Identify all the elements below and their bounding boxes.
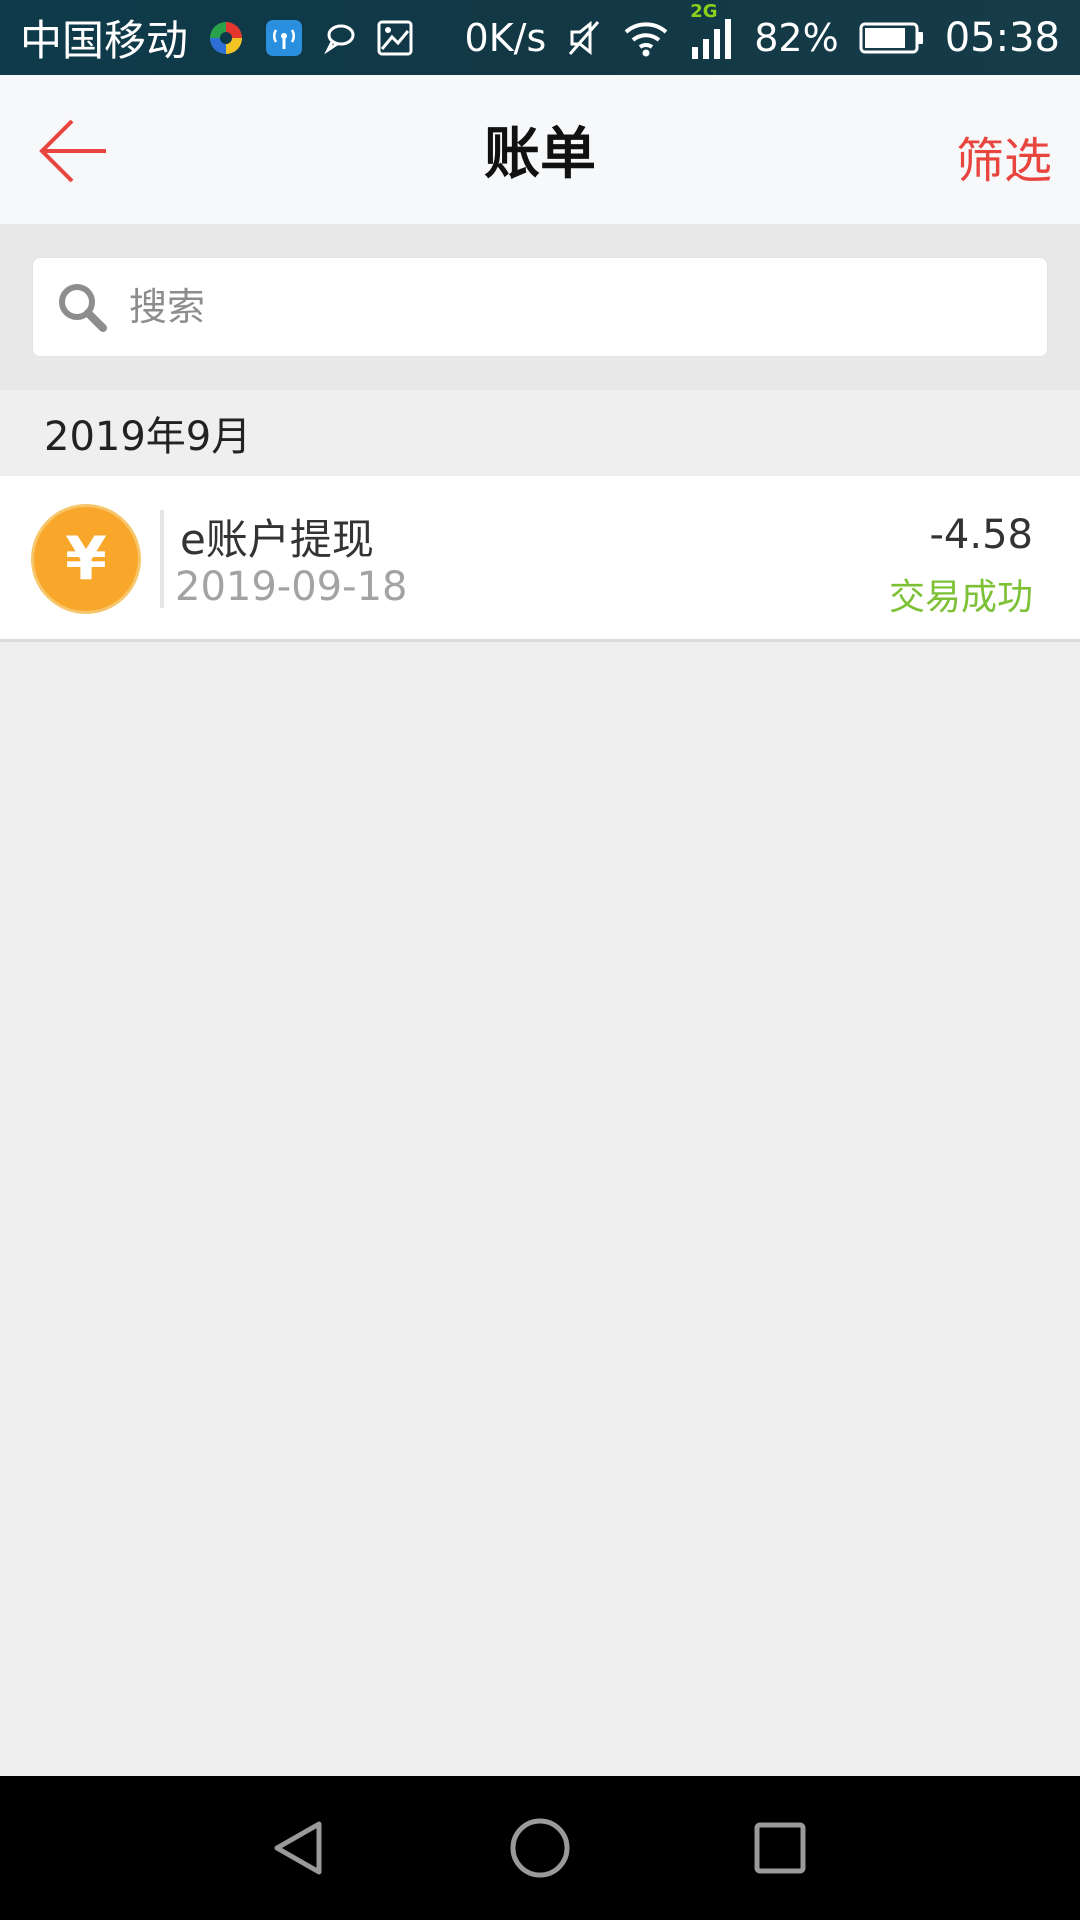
- hotspot-app-icon: [264, 18, 304, 58]
- transaction-title: e账户提现: [180, 515, 374, 564]
- carrier-name: 中国移动: [20, 16, 189, 65]
- battery-percentage: 82%: [754, 15, 839, 60]
- filter-button[interactable]: 筛选: [956, 121, 1052, 191]
- search-area: [0, 225, 1080, 390]
- cellular-signal-icon: 2G: [690, 1, 734, 61]
- search-icon: [47, 272, 117, 342]
- transaction-status: 交易成功: [888, 577, 1033, 618]
- app-notification-icon: [206, 18, 246, 58]
- nav-back-button[interactable]: [264, 1813, 334, 1883]
- transaction-row[interactable]: ¥ e账户提现 2019-09-18 -4.58 交易成功: [0, 476, 1080, 642]
- gallery-icon: [376, 19, 414, 57]
- nav-recents-button[interactable]: [745, 1813, 815, 1883]
- bill-screen: 中国移动 0K/s 2G 82% 05:38 账单 筛选 搜索 2019年9月 …: [0, 0, 1080, 1920]
- status-bar: 中国移动 0K/s 2G 82% 05:38: [0, 0, 1080, 75]
- row-divider: [160, 510, 164, 608]
- navigation-bar: [0, 1776, 1080, 1920]
- network-speed: 0K/s: [464, 15, 547, 60]
- search-input[interactable]: [129, 285, 1009, 329]
- transaction-amount: -4.58: [929, 512, 1034, 558]
- yuan-coin-icon: ¥: [31, 504, 141, 614]
- triangle-back-icon: [274, 1821, 322, 1875]
- wifi-icon: [622, 18, 670, 58]
- network-type-badge: 2G: [690, 0, 718, 22]
- page-title: 账单: [484, 122, 596, 187]
- transaction-date: 2019-09-18: [175, 564, 408, 610]
- square-recents-icon: [754, 1822, 806, 1874]
- nav-home-button[interactable]: [505, 1813, 575, 1883]
- month-header: 2019年9月: [0, 390, 1080, 476]
- message-icon: [322, 20, 358, 56]
- back-arrow-icon: [39, 119, 106, 183]
- back-button[interactable]: [36, 113, 112, 189]
- battery-icon: [859, 21, 925, 55]
- mute-icon: [566, 18, 602, 58]
- clock: 05:38: [944, 14, 1060, 61]
- app-bar: 账单 筛选: [0, 75, 1080, 225]
- search-box[interactable]: [32, 257, 1048, 357]
- circle-home-icon: [510, 1818, 570, 1878]
